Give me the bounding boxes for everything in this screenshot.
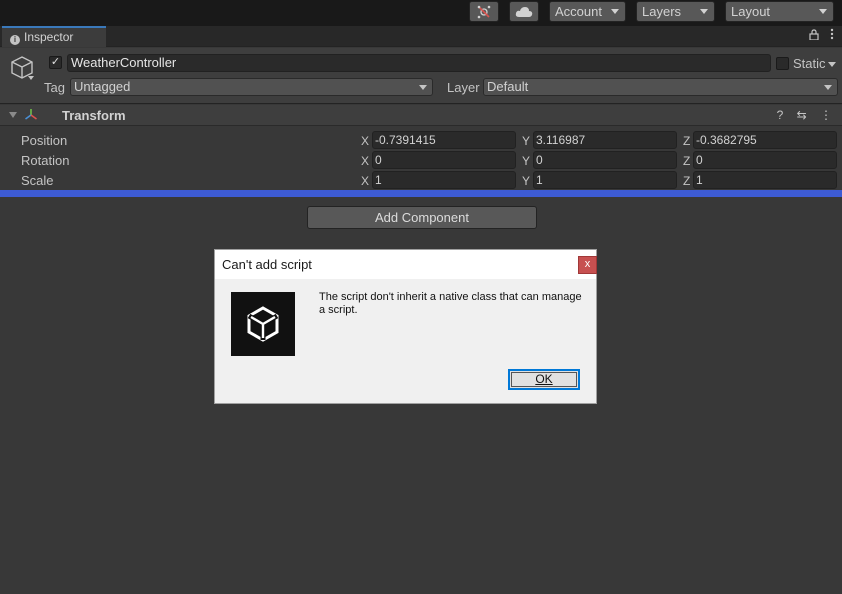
collab-icon [477, 5, 491, 19]
layer-dropdown[interactable]: Default [483, 78, 838, 96]
active-checkbox[interactable]: ✓ [49, 56, 62, 69]
layout-label: Layout [731, 4, 771, 19]
info-icon: i [10, 35, 20, 45]
tab-tools [809, 28, 834, 42]
drop-target-highlight [0, 190, 842, 197]
dialog-title: Can't add script [222, 257, 312, 272]
unity-logo-icon [231, 292, 295, 356]
position-y-field[interactable]: 3.116987 [533, 131, 677, 149]
chevron-down-icon [819, 9, 827, 14]
presets-icon[interactable]: ⇆ [797, 108, 807, 122]
property-label: Rotation [21, 153, 70, 168]
rotation-y-field[interactable]: 0 [533, 151, 677, 169]
top-toolbar: Account Layers Layout [0, 0, 842, 26]
component-title: Transform [62, 108, 126, 123]
chevron-down-icon[interactable] [28, 76, 34, 80]
error-dialog: Can't add script x The script don't inhe… [214, 249, 597, 404]
position-x-field[interactable]: -0.7391415 [372, 131, 516, 149]
transform-icon [25, 109, 37, 120]
cloud-button[interactable] [509, 1, 539, 22]
axis-x-label[interactable]: X [361, 174, 369, 188]
foldout-arrow-icon[interactable] [9, 112, 17, 118]
chevron-down-icon [824, 85, 832, 90]
account-label: Account [555, 4, 602, 19]
position-z-field[interactable]: -0.3682795 [693, 131, 837, 149]
ok-button[interactable]: OK [508, 369, 580, 390]
cloud-icon [515, 7, 533, 17]
scale-z-field[interactable]: 1 [693, 171, 837, 189]
position-row: Position X -0.7391415 Y 3.116987 Z -0.36… [0, 130, 842, 150]
layers-dropdown[interactable]: Layers [636, 1, 715, 22]
tag-value: Untagged [74, 79, 131, 94]
chevron-down-icon [419, 85, 427, 90]
scale-y-field[interactable]: 1 [533, 171, 677, 189]
add-component-button[interactable]: Add Component [307, 206, 537, 229]
layer-value: Default [487, 79, 529, 94]
chevron-down-icon [700, 9, 708, 14]
tab-label: Inspector [24, 30, 74, 44]
axis-x-label[interactable]: X [361, 154, 369, 168]
transform-component-header[interactable]: Transform ? ⇆ ⋮ [0, 105, 842, 126]
gameobject-header: ✓ WeatherController Static Tag Untagged … [0, 48, 842, 104]
layout-dropdown[interactable]: Layout [725, 1, 834, 22]
collab-button[interactable] [469, 1, 499, 22]
axis-y-label[interactable]: Y [522, 134, 530, 148]
layer-label: Layer [447, 80, 480, 95]
axis-y-label[interactable]: Y [522, 174, 530, 188]
static-checkbox[interactable] [776, 57, 789, 70]
scale-x-field[interactable]: 1 [372, 171, 516, 189]
close-button[interactable]: x [578, 256, 597, 274]
component-tools: ? ⇆ ⋮ [767, 108, 832, 122]
static-label: Static [793, 56, 826, 71]
help-icon[interactable]: ? [777, 108, 784, 122]
tab-inspector[interactable]: i Inspector [2, 26, 106, 47]
dialog-message: The script don't inherit a native class … [319, 291, 582, 316]
chevron-down-icon[interactable] [828, 62, 836, 67]
layers-label: Layers [642, 4, 682, 19]
axis-z-label[interactable]: Z [683, 174, 690, 188]
kebab-menu-icon[interactable]: ⋮ [820, 108, 832, 122]
axis-x-label[interactable]: X [361, 134, 369, 148]
rotation-z-field[interactable]: 0 [693, 151, 837, 169]
kebab-menu-icon[interactable] [830, 28, 834, 40]
axis-y-label[interactable]: Y [522, 154, 530, 168]
chevron-down-icon [611, 9, 619, 14]
close-icon: x [584, 258, 591, 270]
lock-icon[interactable] [809, 29, 819, 41]
rotation-row: Rotation X 0 Y 0 Z 0 [0, 150, 842, 170]
axis-z-label[interactable]: Z [683, 134, 690, 148]
gameobject-name-input[interactable]: WeatherController [67, 54, 771, 72]
property-label: Position [21, 133, 68, 148]
dialog-titlebar[interactable]: Can't add script x [215, 250, 597, 279]
tag-label: Tag [44, 80, 65, 95]
account-dropdown[interactable]: Account [549, 1, 626, 22]
axis-z-label[interactable]: Z [683, 154, 690, 168]
rotation-x-field[interactable]: 0 [372, 151, 516, 169]
tab-bar: i Inspector [0, 26, 842, 47]
tag-dropdown[interactable]: Untagged [70, 78, 433, 96]
property-label: Scale [21, 173, 54, 188]
scale-row: Scale X 1 Y 1 Z 1 [0, 170, 842, 190]
